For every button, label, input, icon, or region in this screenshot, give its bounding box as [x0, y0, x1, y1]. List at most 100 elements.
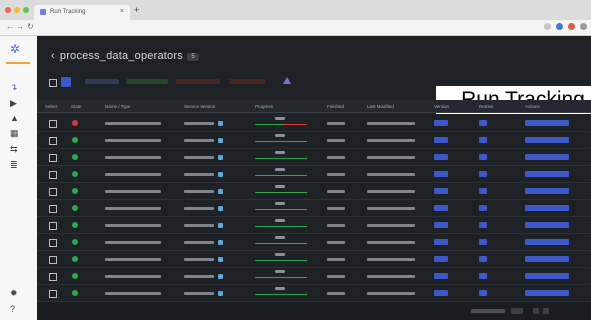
retries-badge[interactable] [479, 290, 487, 296]
version-badge[interactable] [434, 154, 448, 160]
warning-icon[interactable]: ▲ [10, 113, 19, 123]
service-link-icon[interactable] [218, 223, 223, 228]
version-badge[interactable] [434, 205, 448, 211]
row-checkbox[interactable] [49, 222, 57, 230]
col-service[interactable]: Service Version [184, 104, 215, 109]
tab-close-icon[interactable]: × [120, 8, 124, 15]
maximize-window-icon[interactable] [23, 7, 29, 13]
retries-badge[interactable] [479, 154, 487, 160]
col-state[interactable]: State [71, 104, 82, 109]
back-icon[interactable]: ← [6, 22, 14, 31]
service-link-icon[interactable] [218, 206, 223, 211]
table-row[interactable] [37, 284, 591, 302]
retries-badge[interactable] [479, 171, 487, 177]
close-window-icon[interactable] [5, 7, 11, 13]
table-row[interactable] [37, 267, 591, 285]
service-link-icon[interactable] [218, 240, 223, 245]
col-version[interactable]: Version [434, 104, 449, 109]
filter-chip[interactable] [229, 79, 265, 84]
run-name[interactable] [105, 190, 161, 193]
run-name[interactable] [105, 224, 161, 227]
retries-badge[interactable] [479, 273, 487, 279]
table-row[interactable] [37, 199, 591, 217]
action-button[interactable] [525, 256, 569, 262]
service-name[interactable] [184, 139, 214, 142]
action-button[interactable] [525, 222, 569, 228]
col-retries[interactable]: Retries [479, 104, 493, 109]
service-link-icon[interactable] [218, 291, 223, 296]
run-name[interactable] [105, 258, 161, 261]
retries-badge[interactable] [479, 222, 487, 228]
action-button[interactable] [525, 239, 569, 245]
filter-chip[interactable] [176, 79, 220, 84]
retries-badge[interactable] [479, 239, 487, 245]
table-row[interactable] [37, 114, 591, 132]
table-row[interactable] [37, 250, 591, 268]
filter-icon[interactable] [283, 77, 291, 84]
row-checkbox[interactable] [49, 239, 57, 247]
row-checkbox[interactable] [49, 205, 57, 213]
service-name[interactable] [184, 122, 214, 125]
help-icon[interactable]: ? [10, 304, 15, 314]
service-name[interactable] [184, 224, 214, 227]
service-link-icon[interactable] [218, 172, 223, 177]
retries-badge[interactable] [479, 120, 487, 126]
version-badge[interactable] [434, 222, 448, 228]
table-row[interactable] [37, 165, 591, 183]
run-name[interactable] [105, 173, 161, 176]
service-link-icon[interactable] [218, 155, 223, 160]
action-button[interactable] [525, 137, 569, 143]
profile-icon[interactable] [568, 23, 575, 30]
service-name[interactable] [184, 190, 214, 193]
filter-chip[interactable] [85, 79, 119, 84]
filter-toggle-button[interactable] [61, 77, 71, 87]
row-checkbox[interactable] [49, 137, 57, 145]
runs-icon[interactable]: ↴ [10, 82, 18, 93]
share-icon[interactable]: ⇆ [10, 144, 18, 155]
minimize-window-icon[interactable] [14, 7, 20, 13]
extension-icon[interactable] [556, 23, 563, 30]
service-link-icon[interactable] [218, 257, 223, 262]
col-select[interactable]: Select [45, 104, 58, 109]
version-badge[interactable] [434, 188, 448, 194]
run-name[interactable] [105, 122, 161, 125]
col-name[interactable]: Name / Type [105, 104, 130, 109]
action-button[interactable] [525, 205, 569, 211]
filter-chip[interactable] [126, 79, 168, 84]
action-button[interactable] [525, 273, 569, 279]
table-row[interactable] [37, 182, 591, 200]
service-name[interactable] [184, 207, 214, 210]
version-badge[interactable] [434, 120, 448, 126]
row-checkbox[interactable] [49, 154, 57, 162]
service-link-icon[interactable] [218, 121, 223, 126]
version-badge[interactable] [434, 290, 448, 296]
run-name[interactable] [105, 241, 161, 244]
service-link-icon[interactable] [218, 189, 223, 194]
run-name[interactable] [105, 156, 161, 159]
service-name[interactable] [184, 275, 214, 278]
forward-icon[interactable]: → [16, 22, 24, 31]
play-icon[interactable]: ▶ [10, 98, 17, 109]
settings-icon[interactable]: ✹ [10, 288, 18, 299]
row-checkbox[interactable] [49, 120, 57, 128]
row-checkbox[interactable] [49, 188, 57, 196]
service-name[interactable] [184, 173, 214, 176]
col-progress[interactable]: Progress [255, 104, 273, 109]
col-modified[interactable]: Last Modified [367, 104, 394, 109]
action-button[interactable] [525, 171, 569, 177]
menu-icon[interactable] [580, 23, 587, 30]
action-button[interactable] [525, 188, 569, 194]
run-name[interactable] [105, 275, 161, 278]
page-size-select[interactable] [511, 308, 523, 314]
service-name[interactable] [184, 258, 214, 261]
version-badge[interactable] [434, 239, 448, 245]
retries-badge[interactable] [479, 137, 487, 143]
service-link-icon[interactable] [218, 138, 223, 143]
action-button[interactable] [525, 120, 569, 126]
row-checkbox[interactable] [49, 256, 57, 264]
run-name[interactable] [105, 207, 161, 210]
retries-badge[interactable] [479, 256, 487, 262]
row-checkbox[interactable] [49, 290, 57, 298]
service-name[interactable] [184, 292, 214, 295]
table-row[interactable] [37, 148, 591, 166]
